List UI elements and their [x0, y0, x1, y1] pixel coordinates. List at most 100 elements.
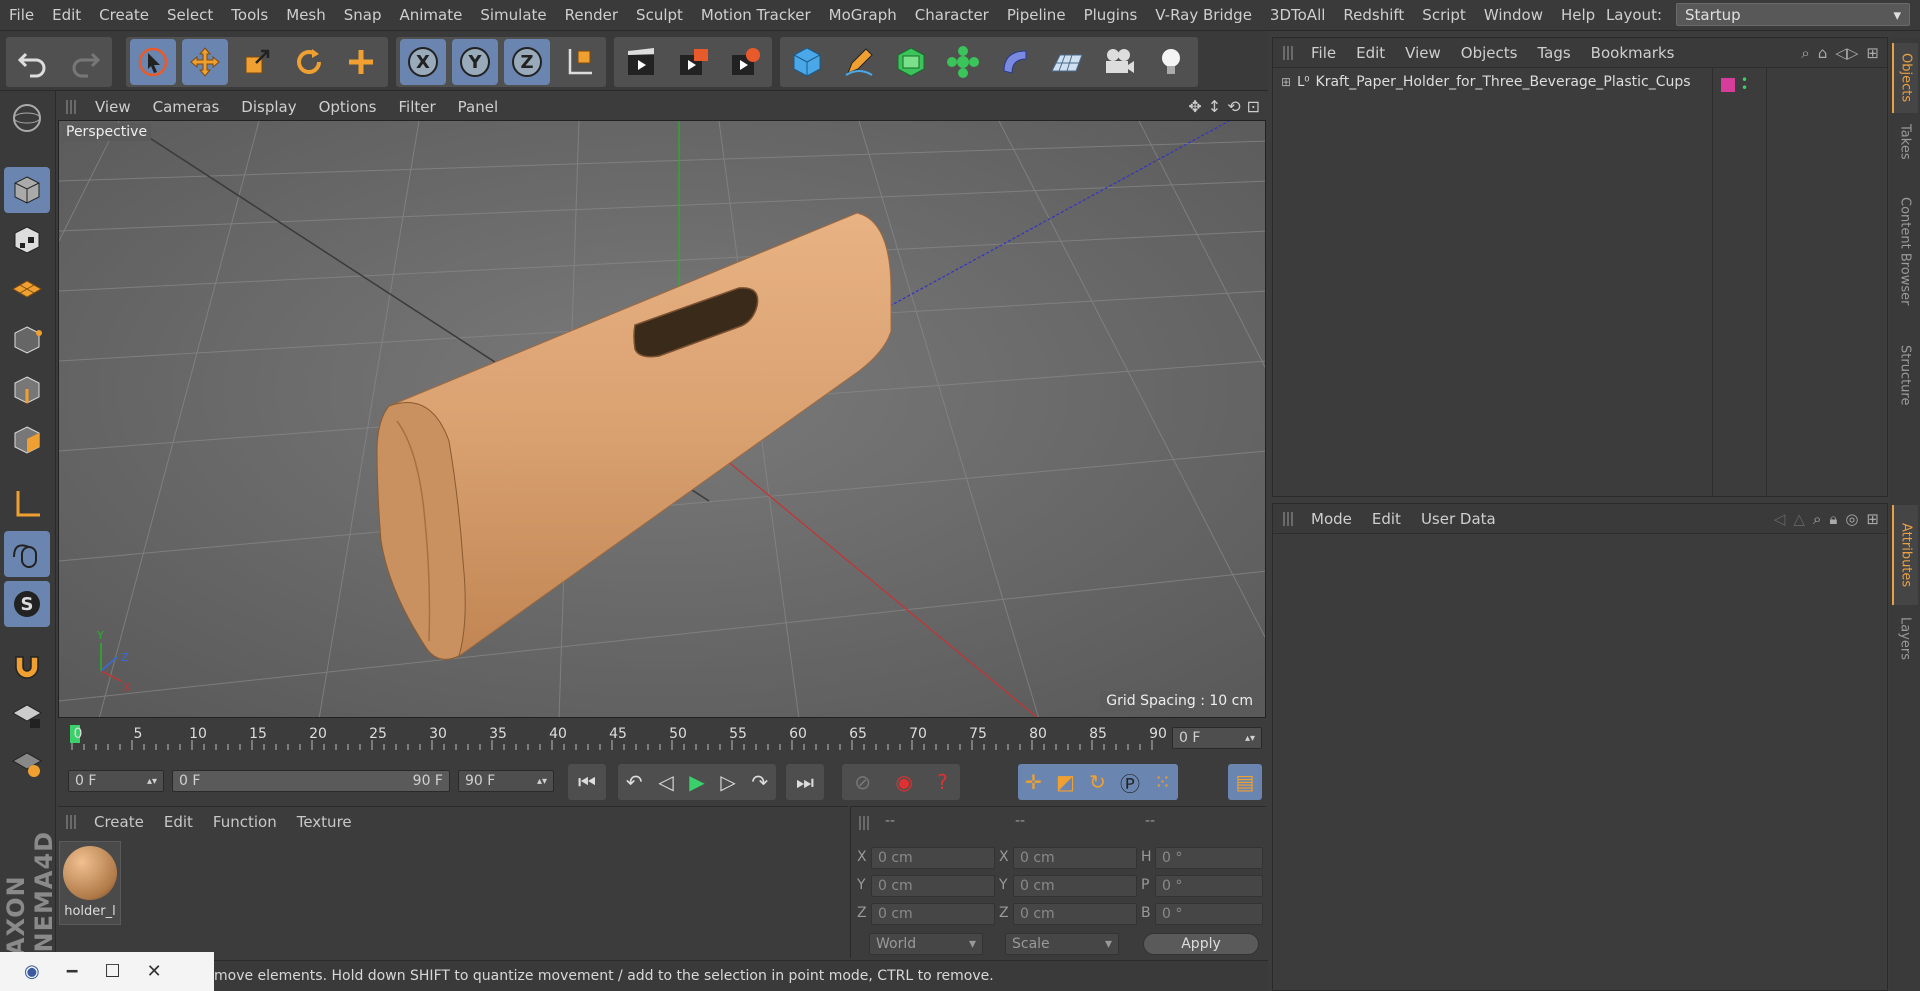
- viewport-menu-filter[interactable]: Filter: [387, 98, 446, 116]
- visibility-dots-icon[interactable]: • •: [1741, 74, 1748, 94]
- objects-menu-view[interactable]: View: [1395, 44, 1451, 62]
- step-back-icon[interactable]: ◁: [658, 770, 673, 794]
- material-menu-edit[interactable]: Edit: [154, 813, 203, 831]
- key-pla-icon[interactable]: ⁙: [1154, 770, 1171, 794]
- panel-grip-icon[interactable]: [1283, 511, 1295, 526]
- menu-pipeline[interactable]: Pipeline: [998, 6, 1075, 24]
- edges-mode-button[interactable]: [4, 367, 50, 413]
- rotate-tool-button[interactable]: [286, 39, 332, 85]
- floor-button[interactable]: [1044, 39, 1090, 85]
- menu-tools[interactable]: Tools: [222, 6, 277, 24]
- menu-motion-tracker[interactable]: Motion Tracker: [692, 6, 820, 24]
- material-swatch[interactable]: holder_l: [59, 841, 121, 925]
- autokey-icon[interactable]: ?: [937, 770, 948, 794]
- coordinate-system-button[interactable]: [556, 39, 602, 85]
- back-arrow-icon[interactable]: ◁: [1774, 510, 1786, 528]
- menu-animate[interactable]: Animate: [391, 6, 472, 24]
- points-mode-button[interactable]: [4, 317, 50, 363]
- model-mode-button[interactable]: [4, 167, 50, 213]
- panel-grip-icon[interactable]: [66, 99, 78, 114]
- timeline-window-button[interactable]: ▤: [1228, 764, 1262, 800]
- size-mode-select[interactable]: Scale ▾: [1005, 933, 1119, 955]
- objects-menu-objects[interactable]: Objects: [1451, 44, 1528, 62]
- menu-simulate[interactable]: Simulate: [471, 6, 555, 24]
- undo-button[interactable]: [10, 39, 56, 85]
- panel-grip-icon[interactable]: [859, 816, 871, 830]
- cloner-button[interactable]: [940, 39, 986, 85]
- menu-snap[interactable]: Snap: [335, 6, 391, 24]
- menu-sculpt[interactable]: Sculpt: [627, 6, 692, 24]
- menu-plugins[interactable]: Plugins: [1075, 6, 1147, 24]
- previous-key-icon[interactable]: ↶: [626, 770, 643, 794]
- menu-file[interactable]: File: [0, 6, 43, 24]
- key-position-icon[interactable]: ✛: [1025, 770, 1042, 794]
- deformer-button[interactable]: [992, 39, 1038, 85]
- viewport-menu-options[interactable]: Options: [308, 98, 388, 116]
- menu-mograph[interactable]: MoGraph: [820, 6, 906, 24]
- search-icon[interactable]: ⌕: [1813, 510, 1821, 528]
- size-x-field[interactable]: 0 cm: [1013, 847, 1137, 869]
- rot-p-field[interactable]: 0 °: [1155, 875, 1263, 897]
- menu-select[interactable]: Select: [158, 6, 222, 24]
- zoom-view-icon[interactable]: ↕: [1208, 97, 1221, 116]
- size-y-field[interactable]: 0 cm: [1013, 875, 1137, 897]
- lock-workplane-button[interactable]: [4, 691, 50, 737]
- object-name[interactable]: Kraft_Paper_Holder_for_Three_Beverage_Pl…: [1316, 74, 1691, 90]
- material-menu-create[interactable]: Create: [84, 813, 154, 831]
- subdivision-button[interactable]: [888, 39, 934, 85]
- viewport-menu-panel[interactable]: Panel: [447, 98, 509, 116]
- attributes-menu-mode[interactable]: Mode: [1301, 510, 1362, 528]
- objects-menu-bookmarks[interactable]: Bookmarks: [1581, 44, 1685, 62]
- coordinate-space-select[interactable]: World ▾: [869, 933, 983, 955]
- move-view-icon[interactable]: ✥: [1188, 97, 1201, 116]
- scale-tool-button[interactable]: [234, 39, 280, 85]
- objects-menu-edit[interactable]: Edit: [1346, 44, 1395, 62]
- attributes-menu-edit[interactable]: Edit: [1362, 510, 1411, 528]
- new-panel-icon[interactable]: ⊞: [1866, 510, 1879, 528]
- polygons-mode-button[interactable]: [4, 417, 50, 463]
- material-menu-function[interactable]: Function: [203, 813, 287, 831]
- menu-create[interactable]: Create: [90, 6, 158, 24]
- tab-layers[interactable]: Layers: [1892, 609, 1918, 669]
- attributes-menu-user-data[interactable]: User Data: [1411, 510, 1506, 528]
- x-axis-button[interactable]: X: [400, 39, 446, 85]
- rot-h-field[interactable]: 0 °: [1155, 847, 1263, 869]
- rotate-view-icon[interactable]: ⟲: [1227, 97, 1240, 116]
- cube-object-button[interactable]: [784, 39, 830, 85]
- tab-content-browser[interactable]: Content Browser: [1892, 171, 1918, 331]
- layout-select[interactable]: Startup ▾: [1676, 3, 1910, 26]
- move-tool-button[interactable]: [182, 39, 228, 85]
- pos-y-field[interactable]: 0 cm: [871, 875, 995, 897]
- render-settings-button[interactable]: [722, 39, 768, 85]
- tab-objects[interactable]: Objects: [1892, 43, 1918, 113]
- view-arrows-icon[interactable]: ◁▷: [1835, 44, 1858, 62]
- viewport-menu-display[interactable]: Display: [230, 98, 307, 116]
- next-key-icon[interactable]: ↷: [751, 770, 768, 794]
- planar-workplane-button[interactable]: [4, 739, 50, 785]
- objects-menu-tags[interactable]: Tags: [1527, 44, 1580, 62]
- object-row[interactable]: ⊞ L⁰ Kraft_Paper_Holder_for_Three_Bevera…: [1281, 74, 1691, 90]
- menu-redshift[interactable]: Redshift: [1334, 6, 1413, 24]
- layer-color-swatch[interactable]: [1721, 78, 1735, 92]
- key-scale-icon[interactable]: ◩: [1056, 770, 1075, 794]
- play-icon[interactable]: ▶: [689, 770, 704, 794]
- menu-3dtoall[interactable]: 3DToAll: [1261, 6, 1334, 24]
- lock-icon[interactable]: 🔒︎: [1829, 510, 1837, 528]
- menu-character[interactable]: Character: [906, 6, 998, 24]
- redo-button[interactable]: [62, 39, 108, 85]
- objects-menu-file[interactable]: File: [1301, 44, 1346, 62]
- target-icon[interactable]: ◎: [1845, 510, 1858, 528]
- render-picture-viewer-button[interactable]: [670, 39, 716, 85]
- tweak-mode-button[interactable]: [4, 531, 50, 577]
- panel-grip-icon[interactable]: [1283, 45, 1295, 60]
- key-parameter-icon[interactable]: Ⓟ: [1120, 768, 1140, 797]
- menu-vray-bridge[interactable]: V-Ray Bridge: [1146, 6, 1261, 24]
- y-axis-button[interactable]: Y: [452, 39, 498, 85]
- maximize-view-icon[interactable]: ⊡: [1247, 97, 1260, 116]
- record-key-icon[interactable]: ◉: [895, 770, 912, 794]
- viewport-menu-cameras[interactable]: Cameras: [142, 98, 231, 116]
- apply-button[interactable]: Apply: [1143, 933, 1259, 955]
- close-icon[interactable]: ✕: [147, 961, 162, 982]
- select-tool-button[interactable]: [130, 39, 176, 85]
- key-rotation-icon[interactable]: ↻: [1089, 770, 1106, 794]
